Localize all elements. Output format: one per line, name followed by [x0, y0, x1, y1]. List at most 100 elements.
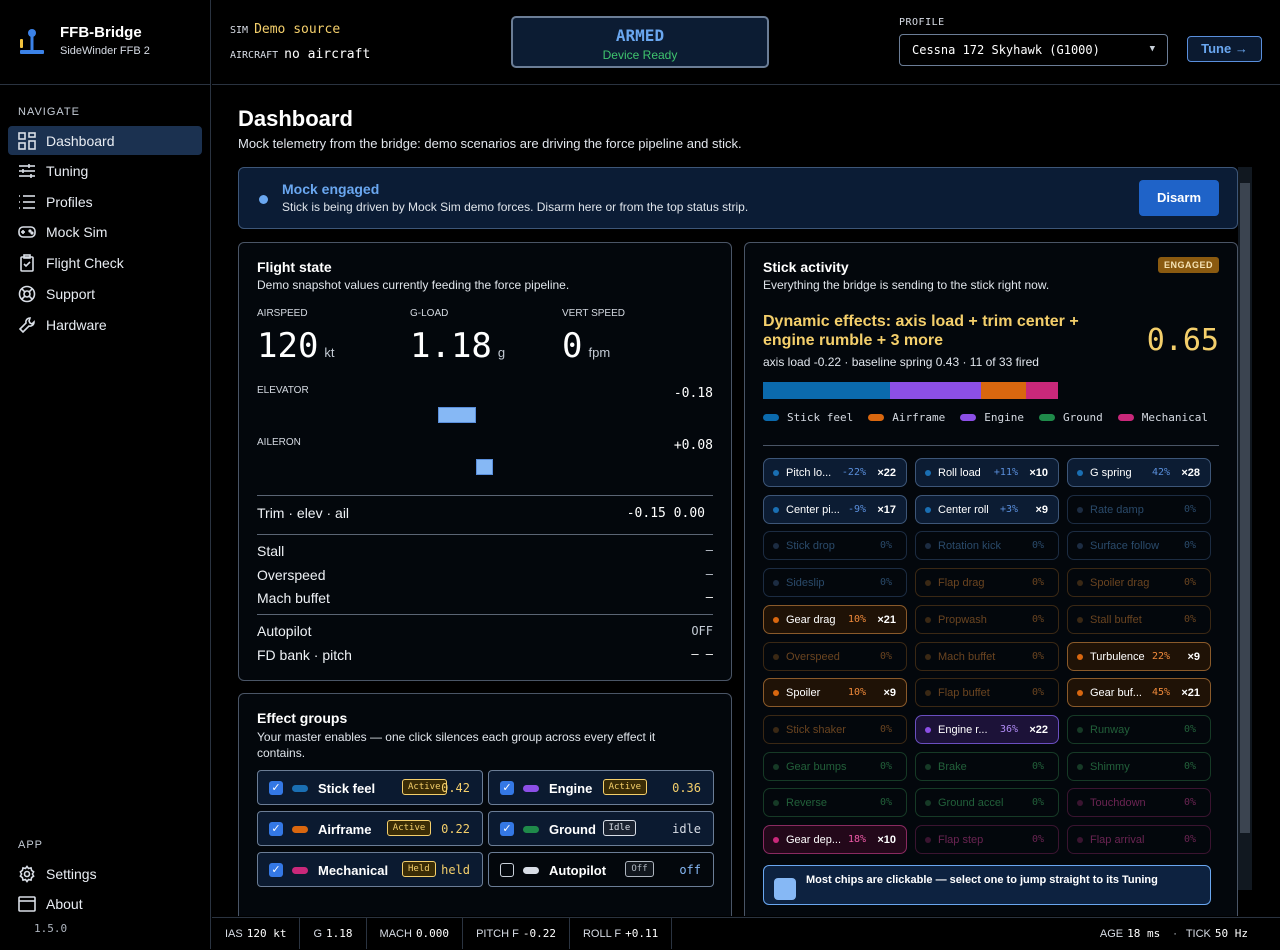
chip-percent: +11% [993, 467, 1018, 478]
group-color-swatch [292, 785, 308, 792]
chip-percent: 0% [1031, 687, 1044, 699]
share-segment-mechanical [1025, 382, 1058, 399]
group-name: Stick feel [318, 781, 376, 796]
cursor-icon [774, 878, 796, 900]
nav-item-tuning[interactable]: Tuning [8, 156, 202, 185]
nav-item-settings[interactable]: Settings [8, 859, 202, 888]
effect-chip-gear-bumps[interactable]: Gear bumps 0% [763, 751, 907, 781]
status-bar: IAS 120 kt G 1.18 MACH 0.000 PITCH F -0.22 ROLL … [212, 917, 1280, 949]
effect-chip-rotation-kick[interactable]: Rotation kick 0% [915, 531, 1059, 561]
effect-chip-mach-buffet[interactable]: Mach buffet 0% [915, 641, 1059, 671]
nav-item-dashboard[interactable]: Dashboard [8, 126, 202, 155]
force-share-bar [763, 382, 1058, 399]
effect-chip-rate-damp[interactable]: Rate damp 0% [1067, 494, 1211, 524]
group-toggle-ground[interactable]: ✓ Ground Idle idle [488, 811, 714, 846]
effect-chip-stick-shaker[interactable]: Stick shaker 0% [763, 714, 907, 744]
tune-button[interactable]: Tune → [1187, 36, 1262, 62]
effect-chip-stall-buffet[interactable]: Stall buffet 0% [1067, 604, 1211, 634]
elevator-bar [438, 407, 476, 423]
chip-percent: 42% [1151, 467, 1170, 478]
effect-chip-overspeed[interactable]: Overspeed 0% [763, 641, 907, 671]
checkbox[interactable]: ✓ [500, 781, 514, 795]
chip-count: ×10 [1029, 467, 1048, 479]
effect-chip-gear-drag[interactable]: Gear drag ×21 10% [763, 604, 907, 634]
aileron-bar [476, 459, 493, 475]
chip-label: Surface follow [1090, 540, 1160, 553]
effect-chip-surface-follow[interactable]: Surface follow 0% [1067, 531, 1211, 561]
effect-chip-flap-arrival[interactable]: Flap arrival 0% [1067, 825, 1211, 854]
effect-chip-gear-dep[interactable]: Gear dep... ×10 18% [763, 825, 907, 854]
effect-chip-stick-drop[interactable]: Stick drop 0% [763, 531, 907, 561]
group-toggle-stick-feel[interactable]: ✓ Stick feel Active 0.42 [257, 770, 483, 805]
legend-label: Ground [1062, 411, 1103, 424]
status-dot-icon [773, 506, 779, 513]
armed-status[interactable]: ARMED Device Ready [511, 16, 769, 68]
aircraft-key: AIRCRAFT [230, 50, 279, 61]
effect-chip-propwash[interactable]: Propwash 0% [915, 604, 1059, 634]
effect-chip-gear-buf[interactable]: Gear buf... ×21 45% [1067, 678, 1211, 708]
effect-chip-pitch-lo[interactable]: Pitch lo... ×22 -22% [763, 458, 907, 487]
status-dot-icon [925, 690, 931, 697]
group-color-swatch [523, 826, 539, 833]
effect-chip-sideslip[interactable]: Sideslip 0% [763, 568, 907, 598]
group-toggle-mechanical[interactable]: ✓ Mechanical Held held [257, 852, 483, 887]
checkbox[interactable]: ✓ [269, 863, 283, 877]
effect-chip-engine-r[interactable]: Engine r... ×22 36% [915, 714, 1059, 744]
scrollbar[interactable] [1238, 167, 1252, 890]
group-toggle-autopilot[interactable]: Autopilot Off off [488, 852, 714, 887]
app-name: FFB-Bridge [60, 24, 142, 41]
effect-chip-brake[interactable]: Brake 0% [915, 751, 1059, 781]
effect-chip-g-spring[interactable]: G spring ×28 42% [1067, 458, 1211, 487]
scrollbar-thumb[interactable] [1240, 183, 1250, 833]
effect-chip-center-roll[interactable]: Center roll ×9 +3% [915, 494, 1059, 524]
status-dot-icon [1077, 580, 1083, 587]
effect-chip-roll-load[interactable]: Roll load ×10 +11% [915, 458, 1059, 487]
chip-label: Sideslip [786, 577, 825, 590]
checkbox[interactable]: ✓ [269, 781, 283, 795]
effect-chip-flap-drag[interactable]: Flap drag 0% [915, 568, 1059, 598]
checkbox[interactable]: ✓ [269, 822, 283, 836]
stick-activity-card: Stick activity Everything the bridge is … [744, 242, 1238, 916]
effect-chip-touchdown[interactable]: Touchdown 0% [1067, 788, 1211, 818]
aircraft-source: AIRCRAFT no aircraft [230, 46, 370, 62]
nav-item-about[interactable]: About [8, 889, 202, 918]
effect-groups-card: Effect groups Your master enables — one … [238, 693, 732, 916]
checkbox[interactable]: ✓ [500, 822, 514, 836]
effect-chip-flap-buffet[interactable]: Flap buffet 0% [915, 678, 1059, 708]
page-subtitle: Mock telemetry from the bridge: demo sce… [238, 136, 742, 151]
legend-swatch [1038, 414, 1055, 421]
effect-chip-reverse[interactable]: Reverse 0% [763, 788, 907, 818]
group-toggle-airframe[interactable]: ✓ Airframe Active 0.22 [257, 811, 483, 846]
nav-item-hardware[interactable]: Hardware [8, 310, 202, 339]
disarm-button[interactable]: Disarm [1139, 180, 1219, 216]
card-subtitle: Demo snapshot values currently feeding t… [257, 278, 570, 292]
status-dot-icon [925, 726, 931, 733]
status-dot-icon [259, 195, 268, 204]
group-toggle-engine[interactable]: ✓ Engine Active 0.36 [488, 770, 714, 805]
effect-chip-spoiler-drag[interactable]: Spoiler drag 0% [1067, 568, 1211, 598]
profile-select[interactable]: Cessna 172 Skyhawk (G1000) ▼ [899, 34, 1168, 66]
nav-item-profiles[interactable]: Profiles [8, 187, 202, 216]
nav-item-flight-check[interactable]: Flight Check [8, 248, 202, 277]
effect-chip-runway[interactable]: Runway 0% [1067, 714, 1211, 744]
nav-item-mock-sim[interactable]: Mock Sim [8, 217, 202, 246]
mach-buffet-value: — [705, 590, 713, 604]
gamepad-icon [18, 225, 36, 238]
checkbox[interactable] [500, 863, 514, 877]
chip-label: Roll load [938, 467, 981, 479]
effect-chip-turbulence[interactable]: Turbulence ×9 22% [1067, 641, 1211, 671]
effect-chip-spoiler[interactable]: Spoiler ×9 10% [763, 678, 907, 708]
tick-key: TICK [1185, 928, 1211, 940]
effect-chip-ground-accel[interactable]: Ground accel 0% [915, 788, 1059, 818]
legend-label: Mechanical [1141, 411, 1208, 424]
effect-chip-shimmy[interactable]: Shimmy 0% [1067, 751, 1211, 781]
status-dot-icon [1077, 543, 1083, 550]
effect-chip-center-pi[interactable]: Center pi... ×17 -9% [763, 494, 907, 524]
nav-item-support[interactable]: Support [8, 279, 202, 308]
chip-percent: -9% [847, 503, 866, 515]
chip-label: Stick drop [786, 540, 835, 553]
chip-label: G spring [1090, 467, 1132, 479]
effect-chip-flap-step[interactable]: Flap step 0% [915, 825, 1059, 854]
window-icon [18, 895, 36, 912]
vert-speed-label: VERT SPEED [562, 308, 625, 319]
